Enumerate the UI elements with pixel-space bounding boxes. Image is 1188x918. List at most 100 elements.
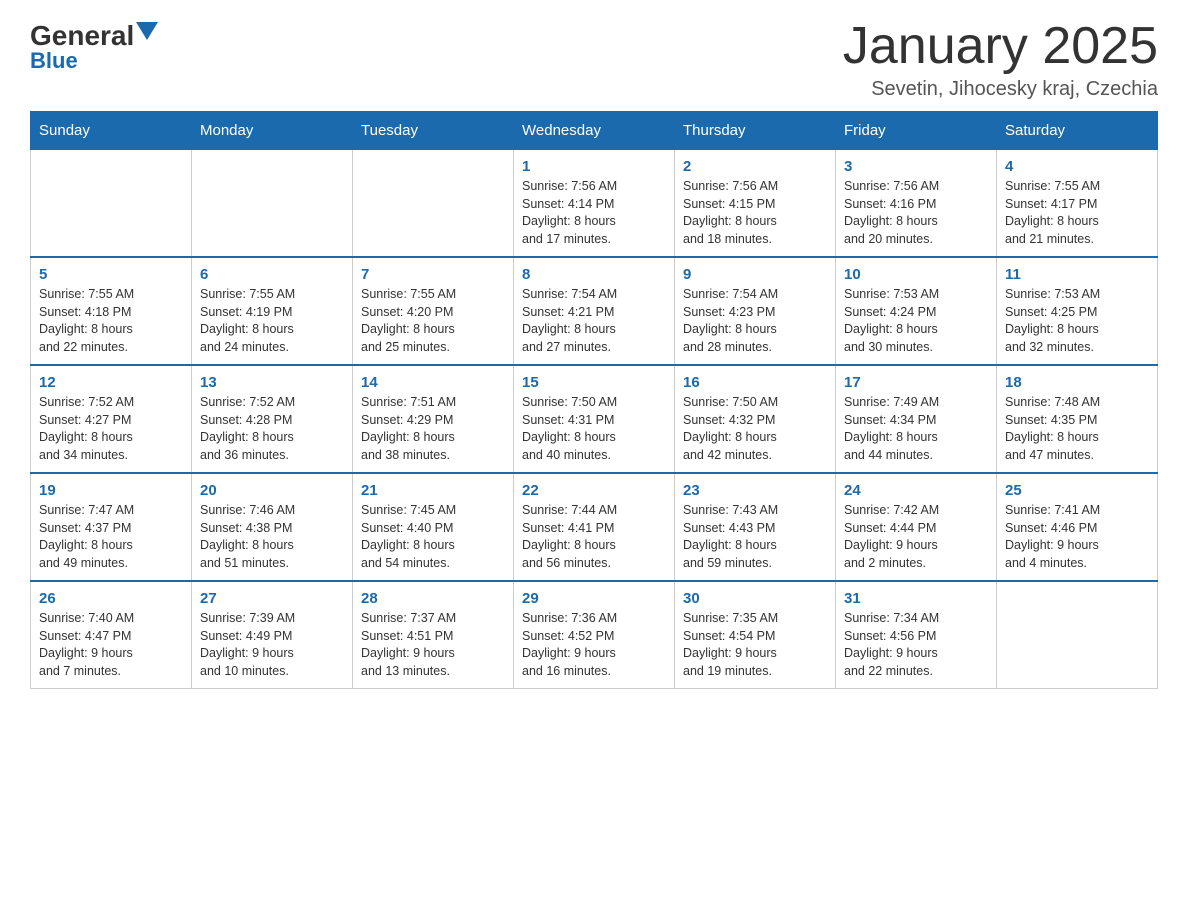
day-info: Sunrise: 7:37 AM Sunset: 4:51 PM Dayligh… (361, 610, 505, 680)
calendar-day-cell: 19 Sunrise: 7:47 AM Sunset: 4:37 PM Dayli… (31, 473, 192, 581)
day-info: Sunrise: 7:48 AM Sunset: 4:35 PM Dayligh… (1005, 394, 1149, 464)
logo-blue-text: Blue (30, 48, 78, 74)
day-info: Sunrise: 7:36 AM Sunset: 4:52 PM Dayligh… (522, 610, 666, 680)
day-number: 25 (1005, 482, 1149, 499)
calendar-day-cell: 25 Sunrise: 7:41 AM Sunset: 4:46 PM Dayli… (997, 473, 1158, 581)
day-number: 12 (39, 374, 183, 391)
calendar-week-row: 12Sunrise: 7:52 AM Sunset: 4:27 PM Dayli… (31, 365, 1158, 473)
calendar-day-cell: 28 Sunrise: 7:37 AM Sunset: 4:51 PM Dayli… (353, 581, 514, 689)
day-info: Sunrise: 7:35 AM Sunset: 4:54 PM Dayligh… (683, 610, 827, 680)
calendar-table: SundayMondayTuesdayWednesdayThursdayFrid… (30, 111, 1158, 689)
calendar-day-cell: 23Sunrise: 7:43 AM Sunset: 4:43 PM Dayli… (675, 473, 836, 581)
calendar-week-row: 19 Sunrise: 7:47 AM Sunset: 4:37 PM Dayli… (31, 473, 1158, 581)
day-info: Sunrise: 7:55 AM Sunset: 4:19 PM Dayligh… (200, 286, 344, 356)
calendar-day-cell: 6 Sunrise: 7:55 AM Sunset: 4:19 PM Daylig… (192, 257, 353, 365)
day-info: Sunrise: 7:56 AM Sunset: 4:15 PM Dayligh… (683, 178, 827, 248)
day-number: 8 (522, 266, 666, 283)
calendar-day-cell: 22 Sunrise: 7:44 AM Sunset: 4:41 PM Dayli… (514, 473, 675, 581)
calendar-day-cell: 9 Sunrise: 7:54 AM Sunset: 4:23 PM Daylig… (675, 257, 836, 365)
day-number: 17 (844, 374, 988, 391)
day-info: Sunrise: 7:40 AM Sunset: 4:47 PM Dayligh… (39, 610, 183, 680)
day-number: 26 (39, 590, 183, 607)
day-number: 24 (844, 482, 988, 499)
day-number: 11 (1005, 266, 1149, 283)
calendar-header-monday: Monday (192, 112, 353, 150)
day-number: 4 (1005, 158, 1149, 175)
day-number: 31 (844, 590, 988, 607)
day-info: Sunrise: 7:41 AM Sunset: 4:46 PM Dayligh… (1005, 502, 1149, 572)
calendar-day-cell: 17 Sunrise: 7:49 AM Sunset: 4:34 PM Dayli… (836, 365, 997, 473)
day-number: 28 (361, 590, 505, 607)
calendar-day-cell: 21 Sunrise: 7:45 AM Sunset: 4:40 PM Dayli… (353, 473, 514, 581)
day-info: Sunrise: 7:56 AM Sunset: 4:14 PM Dayligh… (522, 178, 666, 248)
calendar-day-cell (31, 150, 192, 258)
location-title: Sevetin, Jihocesky kraj, Czechia (843, 78, 1158, 101)
calendar-day-cell: 5Sunrise: 7:55 AM Sunset: 4:18 PM Daylig… (31, 257, 192, 365)
day-info: Sunrise: 7:53 AM Sunset: 4:25 PM Dayligh… (1005, 286, 1149, 356)
day-info: Sunrise: 7:55 AM Sunset: 4:20 PM Dayligh… (361, 286, 505, 356)
calendar-header-wednesday: Wednesday (514, 112, 675, 150)
day-number: 20 (200, 482, 344, 499)
day-number: 7 (361, 266, 505, 283)
calendar-week-row: 26 Sunrise: 7:40 AM Sunset: 4:47 PM Dayli… (31, 581, 1158, 689)
calendar-day-cell (997, 581, 1158, 689)
calendar-day-cell: 24 Sunrise: 7:42 AM Sunset: 4:44 PM Dayli… (836, 473, 997, 581)
calendar-day-cell: 14 Sunrise: 7:51 AM Sunset: 4:29 PM Dayli… (353, 365, 514, 473)
calendar-day-cell: 26 Sunrise: 7:40 AM Sunset: 4:47 PM Dayli… (31, 581, 192, 689)
page-header: General Blue January 2025 Sevetin, Jihoc… (30, 20, 1158, 101)
calendar-day-cell: 16 Sunrise: 7:50 AM Sunset: 4:32 PM Dayli… (675, 365, 836, 473)
calendar-header-saturday: Saturday (997, 112, 1158, 150)
day-number: 15 (522, 374, 666, 391)
day-number: 3 (844, 158, 988, 175)
calendar-day-cell (353, 150, 514, 258)
day-info: Sunrise: 7:43 AM Sunset: 4:43 PM Dayligh… (683, 502, 827, 572)
day-number: 5 (39, 266, 183, 283)
day-info: Sunrise: 7:42 AM Sunset: 4:44 PM Dayligh… (844, 502, 988, 572)
day-info: Sunrise: 7:45 AM Sunset: 4:40 PM Dayligh… (361, 502, 505, 572)
calendar-day-cell: 15 Sunrise: 7:50 AM Sunset: 4:31 PM Dayli… (514, 365, 675, 473)
day-info: Sunrise: 7:34 AM Sunset: 4:56 PM Dayligh… (844, 610, 988, 680)
calendar-day-cell: 30 Sunrise: 7:35 AM Sunset: 4:54 PM Dayli… (675, 581, 836, 689)
day-number: 22 (522, 482, 666, 499)
calendar-header-sunday: Sunday (31, 112, 192, 150)
day-number: 1 (522, 158, 666, 175)
day-info: Sunrise: 7:51 AM Sunset: 4:29 PM Dayligh… (361, 394, 505, 464)
day-info: Sunrise: 7:54 AM Sunset: 4:21 PM Dayligh… (522, 286, 666, 356)
day-number: 13 (200, 374, 344, 391)
day-info: Sunrise: 7:56 AM Sunset: 4:16 PM Dayligh… (844, 178, 988, 248)
day-info: Sunrise: 7:54 AM Sunset: 4:23 PM Dayligh… (683, 286, 827, 356)
day-info: Sunrise: 7:50 AM Sunset: 4:31 PM Dayligh… (522, 394, 666, 464)
calendar-header-thursday: Thursday (675, 112, 836, 150)
day-info: Sunrise: 7:39 AM Sunset: 4:49 PM Dayligh… (200, 610, 344, 680)
calendar-day-cell: 8 Sunrise: 7:54 AM Sunset: 4:21 PM Daylig… (514, 257, 675, 365)
day-number: 30 (683, 590, 827, 607)
day-number: 18 (1005, 374, 1149, 391)
calendar-week-row: 1 Sunrise: 7:56 AM Sunset: 4:14 PM Daylig… (31, 150, 1158, 258)
day-info: Sunrise: 7:50 AM Sunset: 4:32 PM Dayligh… (683, 394, 827, 464)
calendar-week-row: 5Sunrise: 7:55 AM Sunset: 4:18 PM Daylig… (31, 257, 1158, 365)
day-number: 14 (361, 374, 505, 391)
day-number: 2 (683, 158, 827, 175)
day-info: Sunrise: 7:46 AM Sunset: 4:38 PM Dayligh… (200, 502, 344, 572)
day-number: 27 (200, 590, 344, 607)
day-number: 19 (39, 482, 183, 499)
title-block: January 2025 Sevetin, Jihocesky kraj, Cz… (843, 20, 1158, 101)
calendar-day-cell: 18 Sunrise: 7:48 AM Sunset: 4:35 PM Dayli… (997, 365, 1158, 473)
calendar-day-cell: 1 Sunrise: 7:56 AM Sunset: 4:14 PM Daylig… (514, 150, 675, 258)
day-info: Sunrise: 7:55 AM Sunset: 4:17 PM Dayligh… (1005, 178, 1149, 248)
calendar-header-friday: Friday (836, 112, 997, 150)
day-number: 29 (522, 590, 666, 607)
day-number: 9 (683, 266, 827, 283)
day-number: 21 (361, 482, 505, 499)
calendar-day-cell: 13Sunrise: 7:52 AM Sunset: 4:28 PM Dayli… (192, 365, 353, 473)
calendar-day-cell: 31 Sunrise: 7:34 AM Sunset: 4:56 PM Dayli… (836, 581, 997, 689)
day-info: Sunrise: 7:44 AM Sunset: 4:41 PM Dayligh… (522, 502, 666, 572)
calendar-header-row: SundayMondayTuesdayWednesdayThursdayFrid… (31, 112, 1158, 150)
calendar-day-cell: 4 Sunrise: 7:55 AM Sunset: 4:17 PM Daylig… (997, 150, 1158, 258)
day-info: Sunrise: 7:47 AM Sunset: 4:37 PM Dayligh… (39, 502, 183, 572)
calendar-day-cell: 7 Sunrise: 7:55 AM Sunset: 4:20 PM Daylig… (353, 257, 514, 365)
day-number: 16 (683, 374, 827, 391)
calendar-day-cell: 12Sunrise: 7:52 AM Sunset: 4:27 PM Dayli… (31, 365, 192, 473)
day-info: Sunrise: 7:49 AM Sunset: 4:34 PM Dayligh… (844, 394, 988, 464)
day-number: 6 (200, 266, 344, 283)
